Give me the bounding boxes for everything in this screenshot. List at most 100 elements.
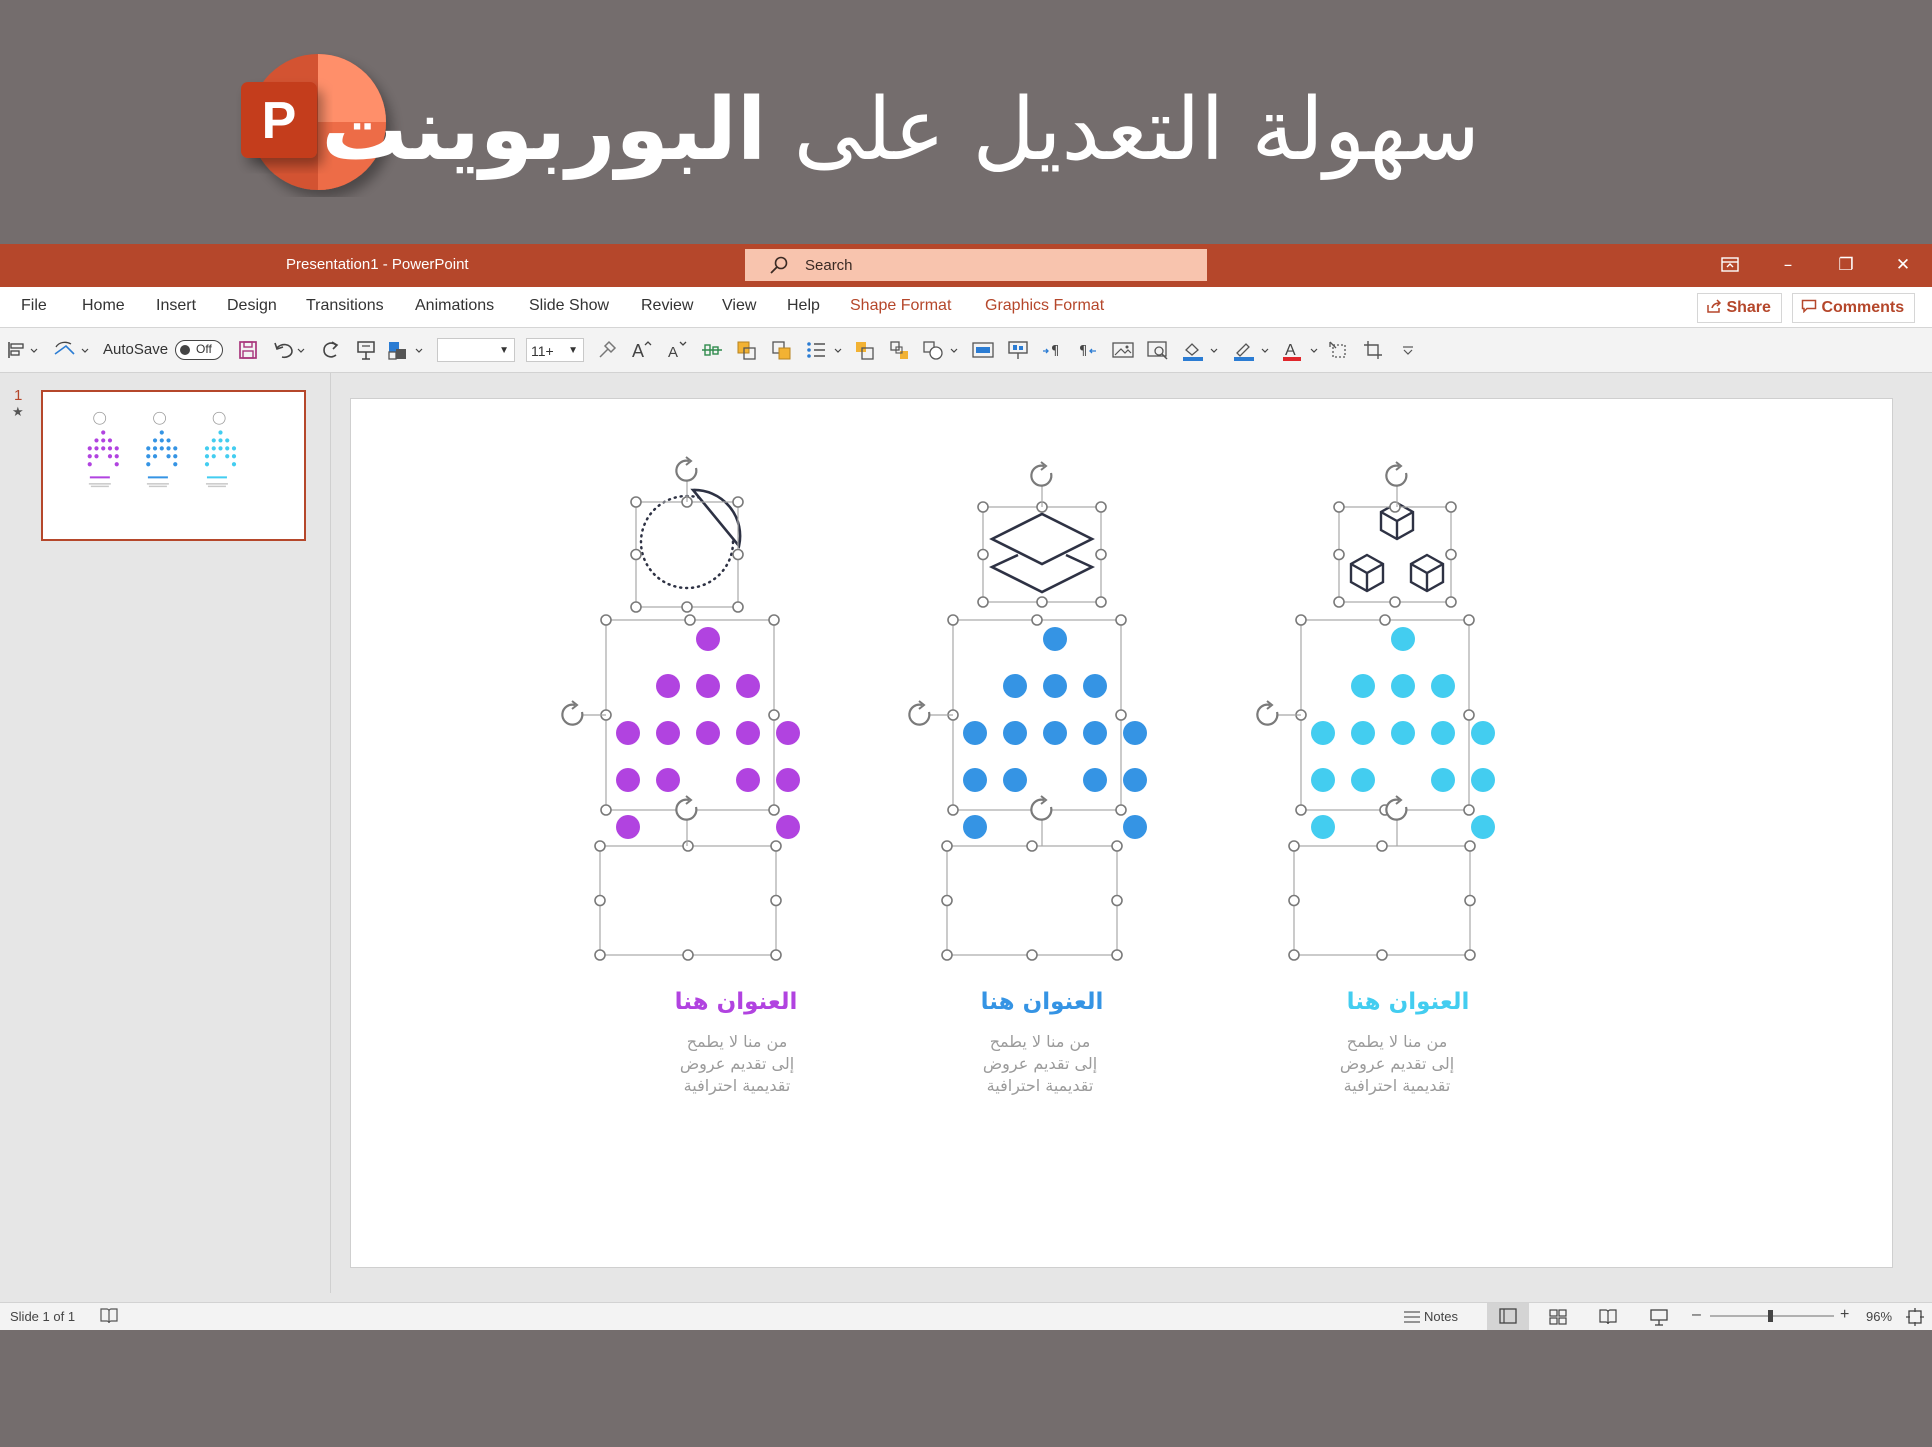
column-3-body[interactable]: من منا لا يطمح إلى تقديم عروض تقديمية اح… xyxy=(1336,1031,1458,1097)
dot-3 xyxy=(1311,721,1335,745)
save-icon[interactable] xyxy=(237,339,259,361)
resize-handle xyxy=(684,614,696,626)
slide-show-icon[interactable] xyxy=(1006,339,1030,361)
ribbon-display-icon xyxy=(1721,257,1739,272)
tab-animations[interactable]: Animations xyxy=(415,297,494,315)
fit-to-window-icon[interactable] xyxy=(1905,1307,1925,1329)
slide-thumbnail-pane: 1 ★ xyxy=(0,373,331,1293)
slide-thumbnail[interactable] xyxy=(41,390,306,541)
bullets-icon[interactable] xyxy=(805,339,845,361)
rotate-shape-icon[interactable] xyxy=(52,339,92,361)
shape-outline-icon[interactable] xyxy=(1232,339,1272,361)
dot-3 xyxy=(1351,768,1375,792)
column-2-body[interactable]: من منا لا يطمح إلى تقديم عروض تقديمية اح… xyxy=(979,1031,1101,1097)
zoom-slider[interactable] xyxy=(1708,1309,1836,1323)
dot-2 xyxy=(1043,721,1067,745)
rotate-handle-icon-2 xyxy=(1030,461,1053,507)
column-1-title[interactable]: العنوان هنا xyxy=(636,989,836,1015)
tab-transitions[interactable]: Transitions xyxy=(306,297,384,315)
thumb-icon xyxy=(212,411,226,425)
font-name-combo[interactable]: ▼ xyxy=(437,338,515,362)
thumb-dot xyxy=(159,438,164,443)
thumb-dot xyxy=(173,462,178,467)
column-2-title[interactable]: العنوان هنا xyxy=(942,989,1142,1015)
zoom-level[interactable]: 96% xyxy=(1866,1309,1892,1324)
share-button[interactable]: Share xyxy=(1697,293,1782,323)
thumb-dot xyxy=(114,462,119,467)
redo-icon[interactable] xyxy=(320,339,342,361)
resize-handle xyxy=(630,601,642,613)
decrease-font-icon[interactable]: A xyxy=(666,339,690,361)
text-box-icon[interactable] xyxy=(971,339,995,361)
ungroup-icon[interactable] xyxy=(888,339,912,361)
promo-banner: P سهولة التعديل على البوربوينت xyxy=(0,0,1932,244)
column-3-title[interactable]: العنوان هنا xyxy=(1308,989,1508,1015)
resize-handle xyxy=(1111,949,1123,961)
resize-handle xyxy=(1463,709,1475,721)
reading-view-icon[interactable] xyxy=(1598,1307,1618,1329)
search-box[interactable]: Search xyxy=(745,249,1207,281)
resize-handle xyxy=(732,548,744,561)
slide-sorter-icon[interactable] xyxy=(1548,1307,1568,1329)
zoom-in-button[interactable]: + xyxy=(1840,1306,1849,1324)
presenter-icon[interactable] xyxy=(355,339,377,361)
autosave-toggle[interactable]: Off xyxy=(175,340,223,360)
selection-pane-icon[interactable] xyxy=(1327,339,1351,361)
shapes-icon[interactable] xyxy=(921,339,961,361)
bring-forward-icon[interactable] xyxy=(735,339,759,361)
tab-home[interactable]: Home xyxy=(82,297,125,315)
picture-icon[interactable] xyxy=(1111,339,1135,361)
tab-help[interactable]: Help xyxy=(787,297,820,315)
title-bar: Presentation1 - PowerPoint Search – ❐ ✕ xyxy=(0,244,1932,287)
tab-view[interactable]: View xyxy=(722,297,756,315)
screenshot-icon[interactable] xyxy=(1146,339,1170,361)
font-size-combo[interactable]: 11+ ▼ xyxy=(526,338,584,362)
dot-1 xyxy=(656,674,680,698)
arrange-icon[interactable] xyxy=(386,339,428,361)
dot-2 xyxy=(1083,721,1107,745)
tab-design[interactable]: Design xyxy=(227,297,277,315)
rotate-handle-text-1 xyxy=(675,795,698,846)
resize-handle xyxy=(732,601,744,613)
tab-shape-format[interactable]: Shape Format xyxy=(850,297,951,315)
increase-font-icon[interactable]: A xyxy=(630,339,654,361)
dot-3 xyxy=(1351,674,1375,698)
logo-letter: P xyxy=(262,92,297,150)
resize-handle xyxy=(941,840,953,852)
tab-graphics-format[interactable]: Graphics Format xyxy=(985,297,1104,315)
dot-3 xyxy=(1391,627,1415,651)
tab-slide-show[interactable]: Slide Show xyxy=(529,297,609,315)
group-icon[interactable] xyxy=(853,339,877,361)
shape-fill-icon[interactable] xyxy=(1181,339,1221,361)
column-1-body[interactable]: من منا لا يطمح إلى تقديم عروض تقديمية اح… xyxy=(676,1031,798,1097)
accessibility-icon[interactable] xyxy=(98,1306,120,1328)
customize-toolbar-icon[interactable] xyxy=(1398,339,1418,361)
notes-button[interactable]: Notes xyxy=(1424,1309,1458,1324)
comments-button[interactable]: Comments xyxy=(1792,293,1916,323)
normal-view-button[interactable] xyxy=(1487,1303,1529,1330)
status-bar: Slide 1 of 1 Notes – + 96% xyxy=(0,1302,1932,1330)
align-middle-icon[interactable] xyxy=(700,339,724,361)
slideshow-view-icon[interactable] xyxy=(1649,1307,1669,1329)
send-backward-icon[interactable] xyxy=(770,339,794,361)
ribbon-display-options-button[interactable] xyxy=(1710,252,1750,278)
zoom-out-button[interactable]: – xyxy=(1692,1306,1701,1324)
tab-file[interactable]: File xyxy=(21,297,47,315)
rtl-paragraph-icon[interactable]: ¶ xyxy=(1076,339,1100,361)
close-button[interactable]: ✕ xyxy=(1883,252,1923,278)
resize-handle xyxy=(1095,596,1107,608)
font-color-icon[interactable]: A xyxy=(1281,339,1321,361)
resize-handle xyxy=(1026,840,1038,852)
resize-handle xyxy=(977,548,989,561)
minimize-button[interactable]: – xyxy=(1768,252,1808,278)
slide-canvas[interactable]: العنوان هنا من منا لا يطمح إلى تقديم عرو… xyxy=(350,398,1893,1268)
undo-icon[interactable] xyxy=(272,339,308,361)
align-icon[interactable] xyxy=(6,339,40,361)
tab-review[interactable]: Review xyxy=(641,297,693,315)
format-painter-icon[interactable] xyxy=(596,339,618,361)
crop-icon[interactable] xyxy=(1362,339,1386,361)
restore-button[interactable]: ❐ xyxy=(1826,252,1866,278)
tab-insert[interactable]: Insert xyxy=(156,297,196,315)
ltr-paragraph-icon[interactable]: ¶ xyxy=(1041,339,1065,361)
notes-icon[interactable] xyxy=(1402,1308,1422,1330)
